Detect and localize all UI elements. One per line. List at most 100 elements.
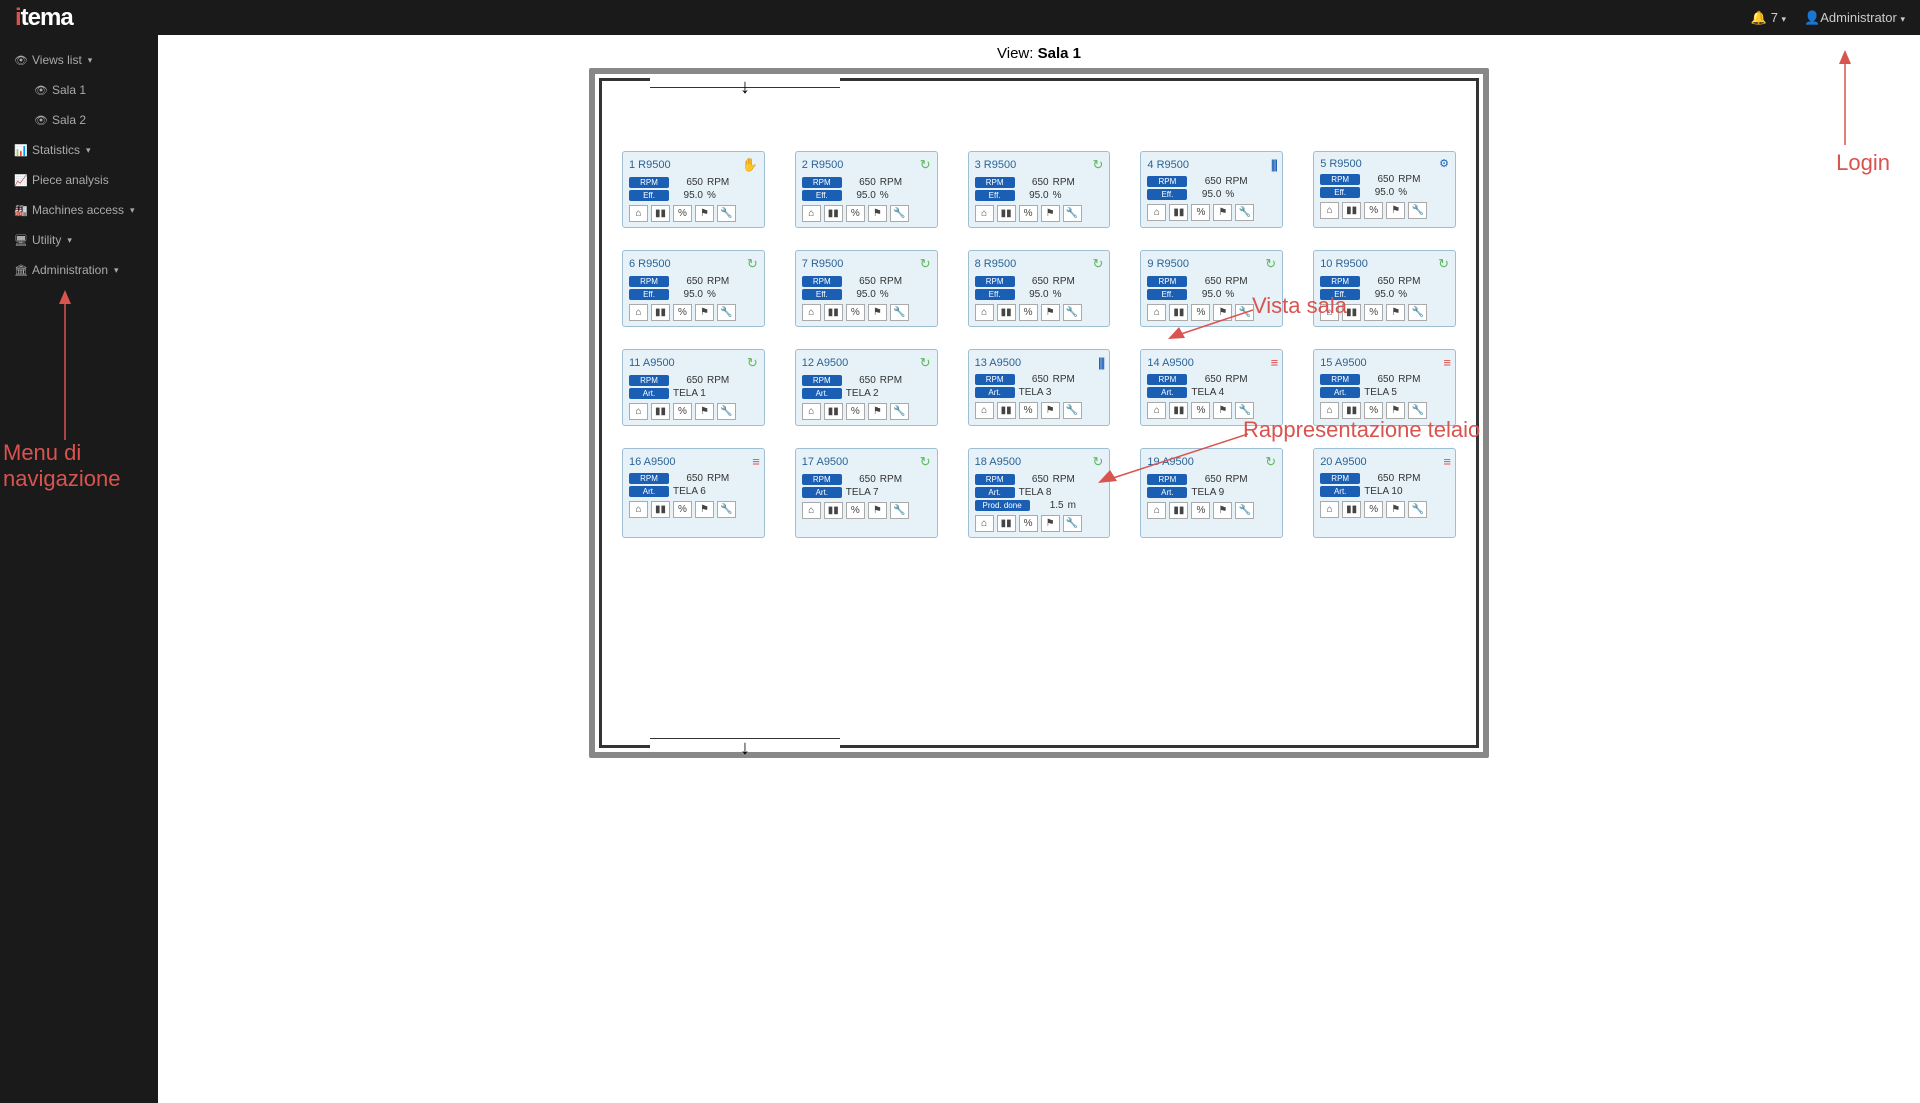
machine-card[interactable]: 15 A9500 ≡ RPM650RPMArt.TELA 5 ⌂ ▮▮ % ⚑ … — [1313, 349, 1456, 426]
flag-icon[interactable]: ⚑ — [1041, 205, 1060, 222]
machine-card[interactable]: 16 A9500 ≡ RPM650RPMArt.TELA 6 ⌂ ▮▮ % ⚑ … — [622, 448, 765, 538]
stop-icon[interactable]: ▮▮ — [651, 501, 670, 518]
nav-utility[interactable]: 🖥Utility — [0, 225, 158, 255]
flag-icon[interactable]: ⚑ — [1386, 402, 1405, 419]
flag-icon[interactable]: ⚑ — [868, 502, 887, 519]
user-menu-button[interactable]: 👤Administrator ▾ — [1804, 10, 1905, 26]
alarm-icon[interactable]: ⌂ — [629, 205, 648, 222]
percent-icon[interactable]: % — [846, 205, 865, 222]
stop-icon[interactable]: ▮▮ — [651, 403, 670, 420]
alarm-icon[interactable]: ⌂ — [802, 502, 821, 519]
flag-icon[interactable]: ⚑ — [1386, 202, 1405, 219]
percent-icon[interactable]: % — [673, 501, 692, 518]
stop-icon[interactable]: ▮▮ — [824, 304, 843, 321]
tool-icon[interactable]: 🔧 — [717, 304, 736, 321]
tool-icon[interactable]: 🔧 — [1235, 304, 1254, 321]
machine-card[interactable]: 11 A9500 ↻ RPM650RPMArt.TELA 1 ⌂ ▮▮ % ⚑ … — [622, 349, 765, 426]
stop-icon[interactable]: ▮▮ — [651, 205, 670, 222]
alarm-icon[interactable]: ⌂ — [975, 205, 994, 222]
flag-icon[interactable]: ⚑ — [695, 501, 714, 518]
alarm-icon[interactable]: ⌂ — [1147, 304, 1166, 321]
alarm-icon[interactable]: ⌂ — [975, 402, 994, 419]
stop-icon[interactable]: ▮▮ — [651, 304, 670, 321]
nav-administration[interactable]: 🏛Administration — [0, 255, 158, 285]
tool-icon[interactable]: 🔧 — [1063, 205, 1082, 222]
alarm-icon[interactable]: ⌂ — [1320, 202, 1339, 219]
tool-icon[interactable]: 🔧 — [717, 501, 736, 518]
flag-icon[interactable]: ⚑ — [1041, 304, 1060, 321]
machine-card[interactable]: 17 A9500 ↻ RPM650RPMArt.TELA 7 ⌂ ▮▮ % ⚑ … — [795, 448, 938, 538]
tool-icon[interactable]: 🔧 — [890, 205, 909, 222]
machine-card[interactable]: 9 R9500 ↻ RPM650RPMEff.95.0% ⌂ ▮▮ % ⚑ 🔧 — [1140, 250, 1283, 327]
percent-icon[interactable]: % — [1191, 402, 1210, 419]
flag-icon[interactable]: ⚑ — [1386, 304, 1405, 321]
tool-icon[interactable]: 🔧 — [1063, 304, 1082, 321]
flag-icon[interactable]: ⚑ — [695, 304, 714, 321]
percent-icon[interactable]: % — [846, 403, 865, 420]
nav-sala-1[interactable]: 👁Sala 1 — [0, 75, 158, 105]
percent-icon[interactable]: % — [673, 205, 692, 222]
percent-icon[interactable]: % — [673, 403, 692, 420]
alarm-icon[interactable]: ⌂ — [1147, 204, 1166, 221]
percent-icon[interactable]: % — [1191, 204, 1210, 221]
alarm-icon[interactable]: ⌂ — [802, 304, 821, 321]
tool-icon[interactable]: 🔧 — [1408, 304, 1427, 321]
alarm-icon[interactable]: ⌂ — [802, 403, 821, 420]
alarm-icon[interactable]: ⌂ — [1147, 502, 1166, 519]
flag-icon[interactable]: ⚑ — [1386, 501, 1405, 518]
percent-icon[interactable]: % — [1191, 304, 1210, 321]
flag-icon[interactable]: ⚑ — [1213, 204, 1232, 221]
tool-icon[interactable]: 🔧 — [717, 205, 736, 222]
percent-icon[interactable]: % — [1364, 402, 1383, 419]
flag-icon[interactable]: ⚑ — [868, 403, 887, 420]
flag-icon[interactable]: ⚑ — [1213, 304, 1232, 321]
machine-card[interactable]: 18 A9500 ↻ RPM650RPMArt.TELA 8Prod. done… — [968, 448, 1111, 538]
machine-card[interactable]: 10 R9500 ↻ RPM650RPMEff.95.0% ⌂ ▮▮ % ⚑ 🔧 — [1313, 250, 1456, 327]
alarm-icon[interactable]: ⌂ — [1320, 402, 1339, 419]
percent-icon[interactable]: % — [673, 304, 692, 321]
flag-icon[interactable]: ⚑ — [1041, 402, 1060, 419]
percent-icon[interactable]: % — [1019, 304, 1038, 321]
percent-icon[interactable]: % — [1191, 502, 1210, 519]
tool-icon[interactable]: 🔧 — [1235, 502, 1254, 519]
stop-icon[interactable]: ▮▮ — [824, 403, 843, 420]
percent-icon[interactable]: % — [1019, 515, 1038, 532]
flag-icon[interactable]: ⚑ — [1213, 402, 1232, 419]
alarm-icon[interactable]: ⌂ — [1320, 304, 1339, 321]
stop-icon[interactable]: ▮▮ — [1169, 304, 1188, 321]
stop-icon[interactable]: ▮▮ — [1342, 304, 1361, 321]
flag-icon[interactable]: ⚑ — [1213, 502, 1232, 519]
tool-icon[interactable]: 🔧 — [1235, 402, 1254, 419]
alarm-icon[interactable]: ⌂ — [802, 205, 821, 222]
percent-icon[interactable]: % — [846, 502, 865, 519]
nav-machines-access[interactable]: 🏭Machines access — [0, 195, 158, 225]
flag-icon[interactable]: ⚑ — [695, 403, 714, 420]
flag-icon[interactable]: ⚑ — [868, 205, 887, 222]
tool-icon[interactable]: 🔧 — [1408, 402, 1427, 419]
percent-icon[interactable]: % — [1364, 501, 1383, 518]
tool-icon[interactable]: 🔧 — [890, 502, 909, 519]
nav-piece-analysis[interactable]: 📈Piece analysis — [0, 165, 158, 195]
machine-card[interactable]: 3 R9500 ↻ RPM650RPMEff.95.0% ⌂ ▮▮ % ⚑ 🔧 — [968, 151, 1111, 228]
machine-card[interactable]: 4 R9500 |||| RPM650RPMEff.95.0% ⌂ ▮▮ % ⚑… — [1140, 151, 1283, 228]
percent-icon[interactable]: % — [846, 304, 865, 321]
tool-icon[interactable]: 🔧 — [890, 304, 909, 321]
machine-card[interactable]: 1 R9500 ✋ RPM650RPMEff.95.0% ⌂ ▮▮ % ⚑ 🔧 — [622, 151, 765, 228]
tool-icon[interactable]: 🔧 — [1408, 202, 1427, 219]
machine-card[interactable]: 5 R9500 ⚙ RPM650RPMEff.95.0% ⌂ ▮▮ % ⚑ 🔧 — [1313, 151, 1456, 228]
stop-icon[interactable]: ▮▮ — [824, 205, 843, 222]
alarm-icon[interactable]: ⌂ — [629, 501, 648, 518]
stop-icon[interactable]: ▮▮ — [997, 515, 1016, 532]
machine-card[interactable]: 2 R9500 ↻ RPM650RPMEff.95.0% ⌂ ▮▮ % ⚑ 🔧 — [795, 151, 938, 228]
machine-card[interactable]: 6 R9500 ↻ RPM650RPMEff.95.0% ⌂ ▮▮ % ⚑ 🔧 — [622, 250, 765, 327]
stop-icon[interactable]: ▮▮ — [824, 502, 843, 519]
notifications-button[interactable]: 🔔 7 ▾ — [1751, 10, 1786, 26]
stop-icon[interactable]: ▮▮ — [1342, 402, 1361, 419]
machine-card[interactable]: 13 A9500 |||| RPM650RPMArt.TELA 3 ⌂ ▮▮ %… — [968, 349, 1111, 426]
nav-sala-2[interactable]: 👁Sala 2 — [0, 105, 158, 135]
machine-card[interactable]: 12 A9500 ↻ RPM650RPMArt.TELA 2 ⌂ ▮▮ % ⚑ … — [795, 349, 938, 426]
stop-icon[interactable]: ▮▮ — [997, 304, 1016, 321]
machine-card[interactable]: 19 A9500 ↻ RPM650RPMArt.TELA 9 ⌂ ▮▮ % ⚑ … — [1140, 448, 1283, 538]
percent-icon[interactable]: % — [1019, 205, 1038, 222]
nav-views-list[interactable]: 👁Views list — [0, 45, 158, 75]
